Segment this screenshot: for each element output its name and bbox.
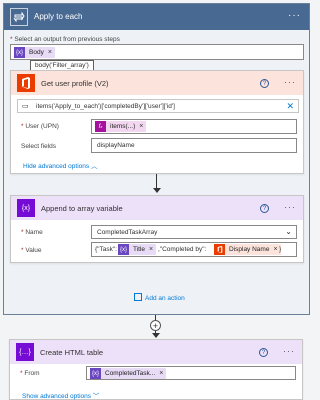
body-token[interactable]: {x} Body × [14,47,55,58]
name-select[interactable]: CompletedTaskArray ⌄ [91,225,297,239]
chevron-up-icon: ︿ [90,163,98,170]
help-icon[interactable]: ? [260,79,269,88]
body-token-label: Body [29,49,44,56]
expression-banner: ▭ items('Apply_to_each')['completedBy'][… [17,99,299,113]
value-suffix: } [279,246,282,253]
more-options-icon[interactable]: ··· [283,346,295,356]
more-options-icon[interactable]: ··· [284,77,296,87]
append-array-card: {x} Append to array variable ? ··· * Nam… [10,195,304,263]
variable-token-icon: {x} [90,368,101,379]
show-advanced-link[interactable]: Show advanced options ﹀ [22,390,99,400]
chevron-down-icon: ﹀ [92,393,100,400]
create-html-table-title: Create HTML table [40,348,104,357]
remove-token-icon[interactable]: × [149,246,156,253]
expression-text: items('Apply_to_each')['completedBy']['u… [36,103,175,110]
remove-token-icon[interactable]: × [48,49,55,56]
select-output-input[interactable]: {x} Body × [10,44,304,60]
select-fields-label: Select fields [21,143,57,150]
completed-task-token[interactable]: {x} CompletedTask... × [90,368,167,379]
value-prefix: {"Task": [95,246,117,253]
display-name-token[interactable]: Display Name × [214,244,281,255]
loop-icon [10,8,28,26]
select-fields-input[interactable]: displayName [91,138,297,153]
title-token-label: Title [133,246,146,253]
create-html-table-header[interactable]: {…} Create HTML table ? ··· [10,340,302,364]
get-user-profile-title: Get user profile (V2) [41,79,109,88]
comment-icon: ▭ [22,103,29,110]
from-label: * From [20,370,40,377]
more-options-icon[interactable]: ··· [288,10,301,21]
apply-to-each-container: Apply to each ··· * Select an output fro… [3,3,310,315]
hide-advanced-link[interactable]: Hide advanced options ︿ [23,160,97,170]
help-icon[interactable]: ? [259,348,268,357]
items-token-label: items(...) [110,123,136,130]
insert-step-plus-icon[interactable]: + [150,320,161,331]
remove-token-icon[interactable]: × [139,123,146,130]
name-value: CompletedTaskArray [97,229,158,236]
append-array-header[interactable]: {x} Append to array variable ? ··· [11,196,303,220]
name-label: * Name [21,229,43,236]
remove-token-icon[interactable]: × [159,370,166,377]
display-name-token-label: Display Name [229,246,270,253]
title-token[interactable]: {x} Title × [118,244,157,255]
get-user-profile-card: Get user profile (V2) ? ··· ▭ items('App… [10,70,304,174]
chevron-down-icon[interactable]: ⌄ [285,227,292,236]
value-input[interactable]: {"Task": {x} Title × ,"Completed by": Di… [91,242,297,257]
value-label: * Value [21,247,42,254]
apply-to-each-header[interactable]: Apply to each ··· [4,4,309,30]
connector-line [156,174,157,188]
variable-icon: {x} [17,199,35,217]
add-action-icon [134,293,142,301]
office365-icon [214,244,225,255]
append-array-title: Append to array variable [41,204,123,213]
from-input[interactable]: {x} CompletedTask... × [86,366,296,380]
apply-to-each-title: Apply to each [34,12,83,21]
arrow-down-icon [153,188,161,193]
select-output-label: * Select an output from previous steps [10,36,120,43]
create-html-table-card: {…} Create HTML table ? ··· * From {x} C… [9,339,303,400]
value-mid: ,"Completed by": [158,246,207,253]
user-upn-label: * User (UPN) [21,123,59,130]
completed-task-token-label: CompletedTask... [105,370,156,377]
more-options-icon[interactable]: ··· [284,202,296,212]
get-user-profile-header[interactable]: Get user profile (V2) ? ··· [11,71,303,95]
arrow-down-icon [152,333,160,338]
select-fields-value: displayName [97,142,135,149]
close-icon[interactable]: ✕ [286,101,294,112]
variable-token-icon: {x} [14,47,25,58]
office365-icon [17,74,35,92]
items-token[interactable]: fx items(...) × [95,121,147,132]
help-icon[interactable]: ? [260,204,269,213]
data-operation-icon: {…} [16,343,34,361]
function-icon: fx [95,121,106,132]
variable-token-icon: {x} [118,244,129,255]
user-upn-input[interactable]: fx items(...) × [91,119,297,134]
add-action-link[interactable]: Add an action [134,293,185,302]
